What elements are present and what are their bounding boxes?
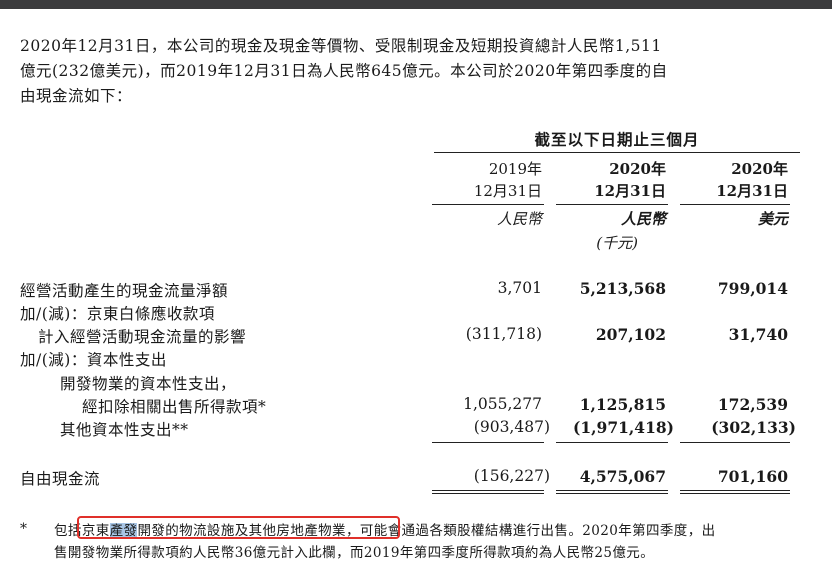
cell-value: 172,539 (717, 395, 788, 414)
cell-value: 3,701 (497, 279, 542, 297)
row-label: 經營活動產生的現金流量淨額 (20, 282, 229, 300)
total-rule (432, 493, 544, 494)
cell-value: 31,740 (728, 325, 788, 344)
header-rule (434, 152, 800, 153)
row-label: 加/(減)：京東白條應收款項 (20, 305, 215, 323)
row-label: 計入經營活動現金流量的影響 (38, 328, 247, 346)
column-currency: 人民幣 (620, 210, 666, 228)
intro-paragraph: 2020年12月31日，本公司的現金及現金等價物、受限制現金及短期投資總計人民幣… (20, 34, 810, 109)
cell-value: 701,160 (717, 467, 788, 486)
total-rule (432, 490, 544, 491)
window-top-bar (0, 0, 832, 9)
period-header: 截至以下日期止三個月 (534, 130, 700, 149)
footnote-marker: * (20, 521, 27, 537)
column-header-2020-usd: 2020年 12月31日 (668, 158, 788, 202)
column-rule (432, 204, 544, 205)
column-year: 2019年 (488, 160, 542, 178)
column-currency: 人民幣 (496, 210, 542, 228)
column-rule (680, 204, 790, 205)
cell-value: (1,971,418) (573, 418, 674, 437)
cell-value: (311,718) (465, 325, 542, 343)
paragraph-line: 2020年12月31日，本公司的現金及現金等價物、受限制現金及短期投資總計人民幣… (20, 37, 662, 55)
cell-value: 5,213,568 (579, 279, 666, 298)
column-date: 12月31日 (473, 182, 542, 200)
total-rule (556, 493, 668, 494)
cell-value: 799,014 (717, 279, 788, 298)
column-date: 12月31日 (594, 182, 666, 200)
row-label: 經扣除相關出售所得款項* (82, 398, 267, 416)
subtotal-rule (680, 442, 790, 443)
column-header-2020-rmb: 2020年 12月31日 (546, 158, 666, 202)
column-unit: (千元) (596, 234, 638, 252)
row-label: 其他資本性支出** (60, 421, 189, 439)
total-rule (556, 490, 668, 491)
cell-value: 4,575,067 (579, 467, 666, 486)
column-header-2019: 2019年 12月31日 (422, 158, 542, 202)
cell-value: 207,102 (595, 325, 666, 344)
subtotal-rule (556, 442, 668, 443)
row-label: 開發物業的資本性支出， (60, 375, 237, 393)
cell-value: 1,125,815 (579, 395, 666, 414)
row-label: 自由現金流 (20, 470, 101, 488)
footnote-line: 售開發物業所得款項約人民幣36億元計入此欄，而2019年第四季度所得款項約為人民… (54, 545, 655, 561)
column-currency: 美元 (757, 210, 788, 228)
column-year: 2020年 (731, 160, 788, 178)
cell-value: 1,055,277 (463, 395, 542, 413)
column-date: 12月31日 (716, 182, 788, 200)
paragraph-line: 億元(232億美元)，而2019年12月31日為人民幣645億元。本公司於202… (20, 62, 668, 80)
cell-value: (156,227) (473, 467, 550, 485)
cell-value: (302,133) (711, 418, 796, 437)
subtotal-rule (432, 442, 544, 443)
annotation-box (77, 516, 400, 539)
row-label: 加/(減)：資本性支出 (20, 351, 167, 369)
column-year: 2020年 (609, 160, 666, 178)
cell-value: (903,487) (473, 418, 550, 436)
column-rule (556, 204, 668, 205)
total-rule (680, 490, 790, 491)
footnote-rest: ，可能會通過各類股權結構進行出售。2020年第四季度，出 (345, 523, 716, 539)
total-rule (680, 493, 790, 494)
paragraph-line: 由現金流如下： (20, 87, 133, 105)
